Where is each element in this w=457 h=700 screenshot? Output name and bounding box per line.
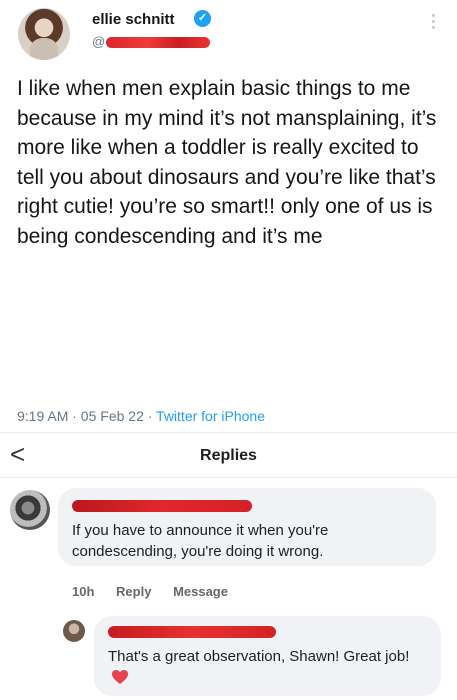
verified-badge-icon: ✓ <box>194 10 211 27</box>
more-options-icon[interactable] <box>432 14 436 32</box>
comment-actions: 10h Reply Message <box>72 584 246 599</box>
commenter-name-redaction <box>72 500 252 512</box>
heart-emoji-icon <box>112 670 128 684</box>
tweet-timestamp: 9:19 AM · 05 Feb 22 · <box>17 408 157 424</box>
commenter-avatar[interactable] <box>10 490 50 530</box>
message-link[interactable]: Message <box>173 584 228 599</box>
comment-bubble: If you have to announce it when you're c… <box>58 488 436 566</box>
comment-text: If you have to announce it when you're c… <box>72 522 329 560</box>
author-handle[interactable]: @ <box>92 34 212 50</box>
tweet-source[interactable]: Twitter for iPhone <box>156 408 265 424</box>
replier-avatar[interactable] <box>63 620 85 642</box>
reply-link[interactable]: Reply <box>116 584 151 599</box>
author-avatar[interactable] <box>18 8 70 60</box>
tweet-text: I like when men explain basic things to … <box>17 77 437 248</box>
replier-name-redaction <box>108 626 276 638</box>
replies-header: < Replies <box>0 432 457 478</box>
replies-title: Replies <box>200 447 257 464</box>
comments-list: If you have to announce it when you're c… <box>0 478 457 700</box>
tweet-meta: 9:19 AM · 05 Feb 22 · Twitter for iPhone <box>17 408 265 424</box>
handle-at-sign: @ <box>92 34 106 49</box>
tweet-card: ellie schnitt ✓ @ I like when men explai… <box>0 0 457 432</box>
author-name[interactable]: ellie schnitt <box>92 11 175 28</box>
reply-text-block: That's a great observation, Shawn! Great… <box>108 646 428 688</box>
reply-text: That's a great observation, Shawn! Great… <box>108 648 410 665</box>
reply-bubble: That's a great observation, Shawn! Great… <box>94 616 441 696</box>
handle-redaction <box>106 37 210 48</box>
comment-time: 10h <box>72 584 95 599</box>
